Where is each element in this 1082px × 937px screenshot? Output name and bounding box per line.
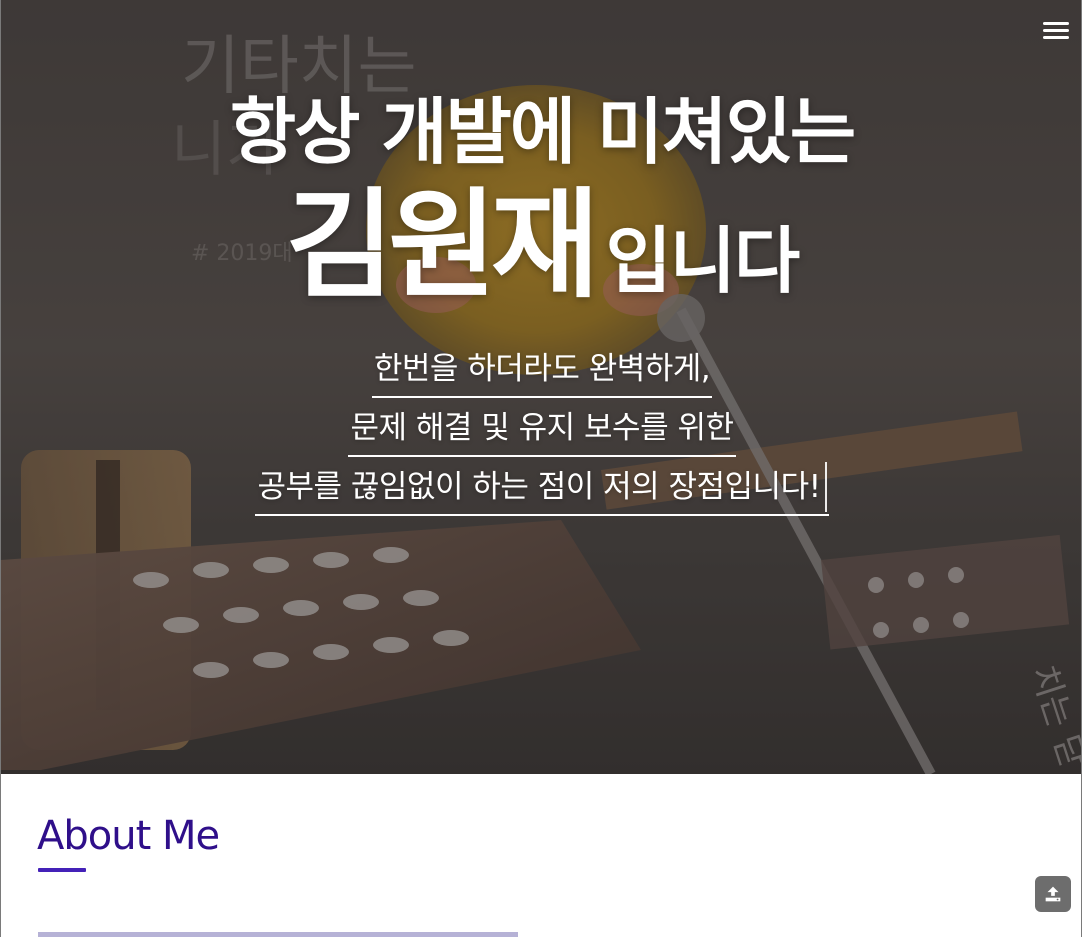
hero-name-suffix: 입니다 bbox=[605, 219, 800, 303]
menu-bar bbox=[1043, 36, 1069, 39]
hero-name: 김원재 bbox=[285, 176, 600, 314]
hero-line: 공부를 끊임없이 하는 점이 저의 장점입니다! bbox=[255, 462, 829, 516]
about-content-bar bbox=[38, 932, 518, 937]
hero-line: 문제 해결 및 유지 보수를 위한 bbox=[348, 403, 736, 457]
hero-line-wrap: 문제 해결 및 유지 보수를 위한 bbox=[1, 403, 1081, 462]
hero-line-wrap: 공부를 끊임없이 하는 점이 저의 장점입니다! bbox=[1, 462, 1081, 521]
hero-title: 항상 개발에 미쳐있는 bbox=[229, 90, 856, 174]
scroll-top-button[interactable] bbox=[1035, 876, 1071, 912]
hero-line-wrap: 한번을 하더라도 완벽하게, bbox=[1, 344, 1081, 403]
menu-bar bbox=[1043, 22, 1069, 25]
hamburger-menu-icon[interactable] bbox=[1041, 18, 1071, 42]
hero-name-line: 김원재 입니다 bbox=[1, 180, 1081, 311]
menu-bar bbox=[1043, 29, 1069, 32]
about-title-underline bbox=[38, 868, 86, 872]
about-section: About Me bbox=[1, 774, 1081, 937]
portfolio-page: 기타치는 니가 # 2019대 치는 닫 항상 개발에 미쳐있는 김원재 입니다 … bbox=[0, 0, 1082, 937]
hero-description: 한번을 하더라도 완벽하게, 문제 해결 및 유지 보수를 위한 공부를 끊임없… bbox=[1, 344, 1081, 521]
typing-cursor bbox=[824, 462, 827, 512]
hero-line-text: 공부를 끊임없이 하는 점이 저의 장점입니다! bbox=[257, 469, 821, 505]
hero-line: 한번을 하더라도 완벽하게, bbox=[371, 344, 713, 398]
upload-icon bbox=[1045, 886, 1061, 902]
hero-section: 기타치는 니가 # 2019대 치는 닫 항상 개발에 미쳐있는 김원재 입니다 … bbox=[1, 0, 1081, 774]
about-title: About Me bbox=[37, 813, 220, 859]
